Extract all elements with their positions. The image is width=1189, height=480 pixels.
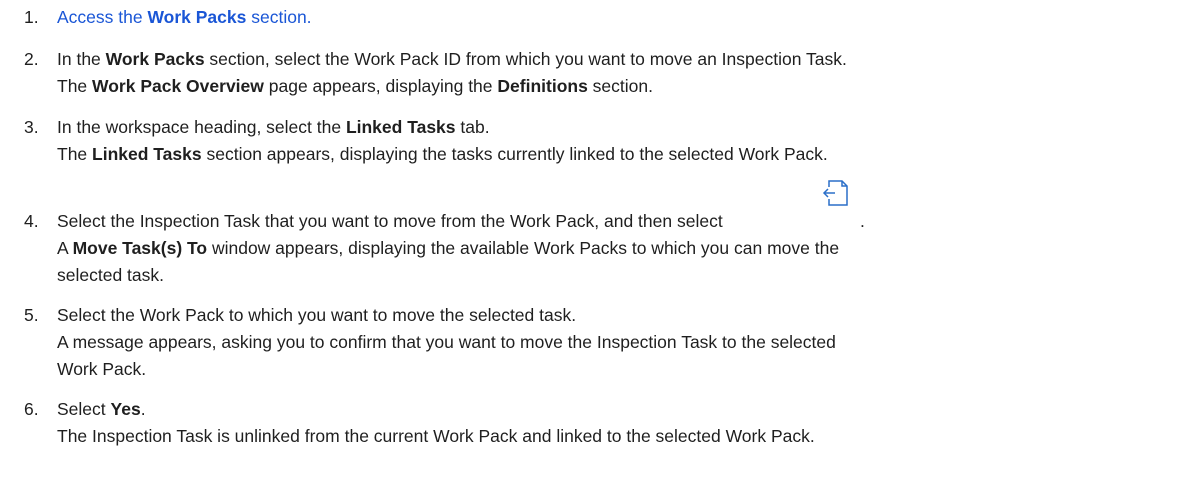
step-6-line-2: The Inspection Task is unlinked from the… xyxy=(57,426,815,446)
step-1-line: Access the Work Packs section. xyxy=(57,4,312,30)
move-task-icon xyxy=(822,180,848,206)
step-3-line-1: In the workspace heading, select the Lin… xyxy=(57,117,490,137)
work-packs-link[interactable]: Access the Work Packs section. xyxy=(57,7,312,27)
step-number: 4. xyxy=(24,211,39,231)
step-number: 6. xyxy=(24,399,39,419)
step-5-line-2: A message appears, asking you to confirm… xyxy=(57,332,836,352)
step-6-line-1: Select Yes. xyxy=(57,399,146,419)
step-4-line-3: selected task. xyxy=(57,265,164,285)
step-5-line-1: Select the Work Pack to which you want t… xyxy=(57,305,577,325)
step-4-line-1: Select the Inspection Task that you want… xyxy=(57,211,723,231)
step-number: 5. xyxy=(24,305,39,325)
step-2-line-1: In the Work Packs section, select the Wo… xyxy=(57,49,847,69)
step-4-line-2: A Move Task(s) To window appears, displa… xyxy=(57,238,840,258)
step-number: 1. xyxy=(24,7,39,27)
step-5-line-3: Work Pack. xyxy=(57,359,147,379)
procedure-steps: 1. Access the Work Packs section. 2. In … xyxy=(0,0,1189,480)
step-3-line-2: The Linked Tasks section appears, displa… xyxy=(57,144,828,164)
step-4-period: . xyxy=(860,211,865,231)
step-number: 2. xyxy=(24,49,39,69)
step-number: 3. xyxy=(24,117,39,137)
step-2-line-2: The Work Pack Overview page appears, dis… xyxy=(57,76,653,96)
